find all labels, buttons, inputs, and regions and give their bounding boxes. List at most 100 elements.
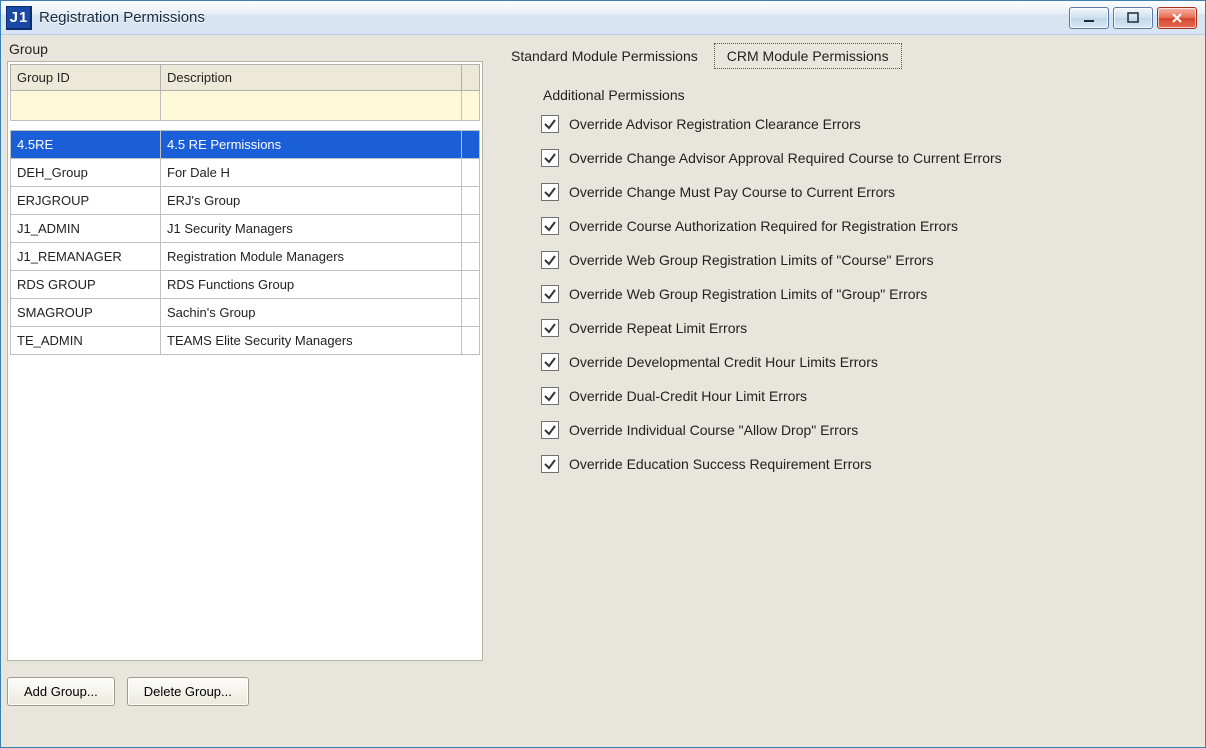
check-icon bbox=[543, 355, 557, 369]
group-id-cell[interactable]: DEH_Group bbox=[11, 159, 161, 187]
permission-item: Override Advisor Registration Clearance … bbox=[541, 115, 1199, 133]
permission-label: Override Developmental Credit Hour Limit… bbox=[569, 354, 878, 370]
check-icon bbox=[543, 151, 557, 165]
permission-checkbox[interactable] bbox=[541, 251, 559, 269]
group-desc-cell[interactable]: For Dale H bbox=[161, 159, 462, 187]
grid-header-desc[interactable]: Description bbox=[161, 65, 462, 91]
check-icon bbox=[543, 253, 557, 267]
grid-header-id[interactable]: Group ID bbox=[11, 65, 161, 91]
check-icon bbox=[543, 389, 557, 403]
permission-item: Override Web Group Registration Limits o… bbox=[541, 285, 1199, 303]
check-icon bbox=[543, 321, 557, 335]
permission-label: Override Web Group Registration Limits o… bbox=[569, 286, 927, 302]
table-row[interactable]: DEH_GroupFor Dale H bbox=[11, 159, 480, 187]
permission-label: Override Individual Course "Allow Drop" … bbox=[569, 422, 858, 438]
permission-item: Override Change Advisor Approval Require… bbox=[541, 149, 1199, 167]
table-row[interactable]: ERJGROUPERJ's Group bbox=[11, 187, 480, 215]
tabs-row: Standard Module Permissions CRM Module P… bbox=[505, 43, 1199, 69]
permission-item: Override Course Authorization Required f… bbox=[541, 217, 1199, 235]
group-desc-cell[interactable]: 4.5 RE Permissions bbox=[161, 131, 462, 159]
maximize-icon bbox=[1126, 12, 1140, 24]
row-indicator bbox=[462, 187, 480, 215]
delete-group-button[interactable]: Delete Group... bbox=[127, 677, 249, 706]
permission-checkbox[interactable] bbox=[541, 421, 559, 439]
group-grid-container: Group ID Description bbox=[7, 61, 483, 661]
filter-desc-cell[interactable] bbox=[161, 91, 462, 121]
permission-label: Override Advisor Registration Clearance … bbox=[569, 116, 861, 132]
left-panel: Group Group ID Description bbox=[7, 39, 497, 739]
close-button[interactable] bbox=[1157, 7, 1197, 29]
add-group-button[interactable]: Add Group... bbox=[7, 677, 115, 706]
row-indicator bbox=[462, 215, 480, 243]
permission-checkbox[interactable] bbox=[541, 217, 559, 235]
table-row[interactable]: TE_ADMINTEAMS Elite Security Managers bbox=[11, 327, 480, 355]
permission-checkbox[interactable] bbox=[541, 319, 559, 337]
row-indicator bbox=[462, 327, 480, 355]
group-id-cell[interactable]: ERJGROUP bbox=[11, 187, 161, 215]
check-icon bbox=[543, 287, 557, 301]
table-row[interactable]: 4.5RE4.5 RE Permissions bbox=[11, 131, 480, 159]
permission-label: Override Web Group Registration Limits o… bbox=[569, 252, 933, 268]
permission-checkbox[interactable] bbox=[541, 183, 559, 201]
permission-checkbox[interactable] bbox=[541, 285, 559, 303]
grid-spacer bbox=[11, 121, 480, 131]
row-indicator bbox=[462, 243, 480, 271]
close-icon bbox=[1170, 12, 1184, 24]
permission-checkbox[interactable] bbox=[541, 115, 559, 133]
permission-item: Override Individual Course "Allow Drop" … bbox=[541, 421, 1199, 439]
window: J1 Registration Permissions bbox=[0, 0, 1206, 748]
titlebar: J1 Registration Permissions bbox=[1, 1, 1205, 35]
table-row[interactable]: SMAGROUPSachin's Group bbox=[11, 299, 480, 327]
permission-item: Override Dual-Credit Hour Limit Errors bbox=[541, 387, 1199, 405]
tab-standard-permissions[interactable]: Standard Module Permissions bbox=[505, 44, 704, 68]
filter-desc-input[interactable] bbox=[167, 97, 455, 114]
right-panel: Standard Module Permissions CRM Module P… bbox=[497, 39, 1199, 739]
minimize-button[interactable] bbox=[1069, 7, 1109, 29]
group-label: Group bbox=[9, 41, 483, 57]
group-id-cell[interactable]: 4.5RE bbox=[11, 131, 161, 159]
group-grid: Group ID Description bbox=[10, 64, 480, 355]
group-desc-cell[interactable]: ERJ's Group bbox=[161, 187, 462, 215]
group-desc-cell[interactable]: Sachin's Group bbox=[161, 299, 462, 327]
client-area: Group Group ID Description bbox=[1, 35, 1205, 747]
group-id-cell[interactable]: RDS GROUP bbox=[11, 271, 161, 299]
permission-checkbox[interactable] bbox=[541, 387, 559, 405]
permission-label: Override Dual-Credit Hour Limit Errors bbox=[569, 388, 807, 404]
group-desc-cell[interactable]: RDS Functions Group bbox=[161, 271, 462, 299]
permission-checkbox[interactable] bbox=[541, 149, 559, 167]
permissions-list: Override Advisor Registration Clearance … bbox=[541, 115, 1199, 473]
j1-icon: J1 bbox=[6, 6, 32, 30]
table-row[interactable]: RDS GROUPRDS Functions Group bbox=[11, 271, 480, 299]
permissions-header: Additional Permissions bbox=[543, 87, 1199, 103]
permission-label: Override Change Must Pay Course to Curre… bbox=[569, 184, 895, 200]
permission-item: Override Education Success Requirement E… bbox=[541, 455, 1199, 473]
group-id-cell[interactable]: TE_ADMIN bbox=[11, 327, 161, 355]
grid-header-indicator bbox=[462, 65, 480, 91]
tab-crm-permissions[interactable]: CRM Module Permissions bbox=[714, 43, 902, 69]
app-icon: J1 bbox=[5, 5, 33, 31]
permission-checkbox[interactable] bbox=[541, 455, 559, 473]
table-row[interactable]: J1_ADMINJ1 Security Managers bbox=[11, 215, 480, 243]
filter-id-cell[interactable] bbox=[11, 91, 161, 121]
group-id-cell[interactable]: J1_ADMIN bbox=[11, 215, 161, 243]
group-desc-cell[interactable]: J1 Security Managers bbox=[161, 215, 462, 243]
group-desc-cell[interactable]: TEAMS Elite Security Managers bbox=[161, 327, 462, 355]
group-id-cell[interactable]: J1_REMANAGER bbox=[11, 243, 161, 271]
minimize-icon bbox=[1082, 12, 1096, 24]
permission-item: Override Repeat Limit Errors bbox=[541, 319, 1199, 337]
group-buttons: Add Group... Delete Group... bbox=[7, 677, 483, 706]
permission-item: Override Web Group Registration Limits o… bbox=[541, 251, 1199, 269]
permission-item: Override Change Must Pay Course to Curre… bbox=[541, 183, 1199, 201]
row-indicator bbox=[462, 299, 480, 327]
filter-id-input[interactable] bbox=[17, 97, 154, 114]
check-icon bbox=[543, 423, 557, 437]
table-row[interactable]: J1_REMANAGERRegistration Module Managers bbox=[11, 243, 480, 271]
permission-label: Override Education Success Requirement E… bbox=[569, 456, 872, 472]
group-desc-cell[interactable]: Registration Module Managers bbox=[161, 243, 462, 271]
filter-indicator bbox=[462, 91, 480, 121]
group-id-cell[interactable]: SMAGROUP bbox=[11, 299, 161, 327]
permission-label: Override Repeat Limit Errors bbox=[569, 320, 747, 336]
permission-checkbox[interactable] bbox=[541, 353, 559, 371]
maximize-button[interactable] bbox=[1113, 7, 1153, 29]
check-icon bbox=[543, 117, 557, 131]
